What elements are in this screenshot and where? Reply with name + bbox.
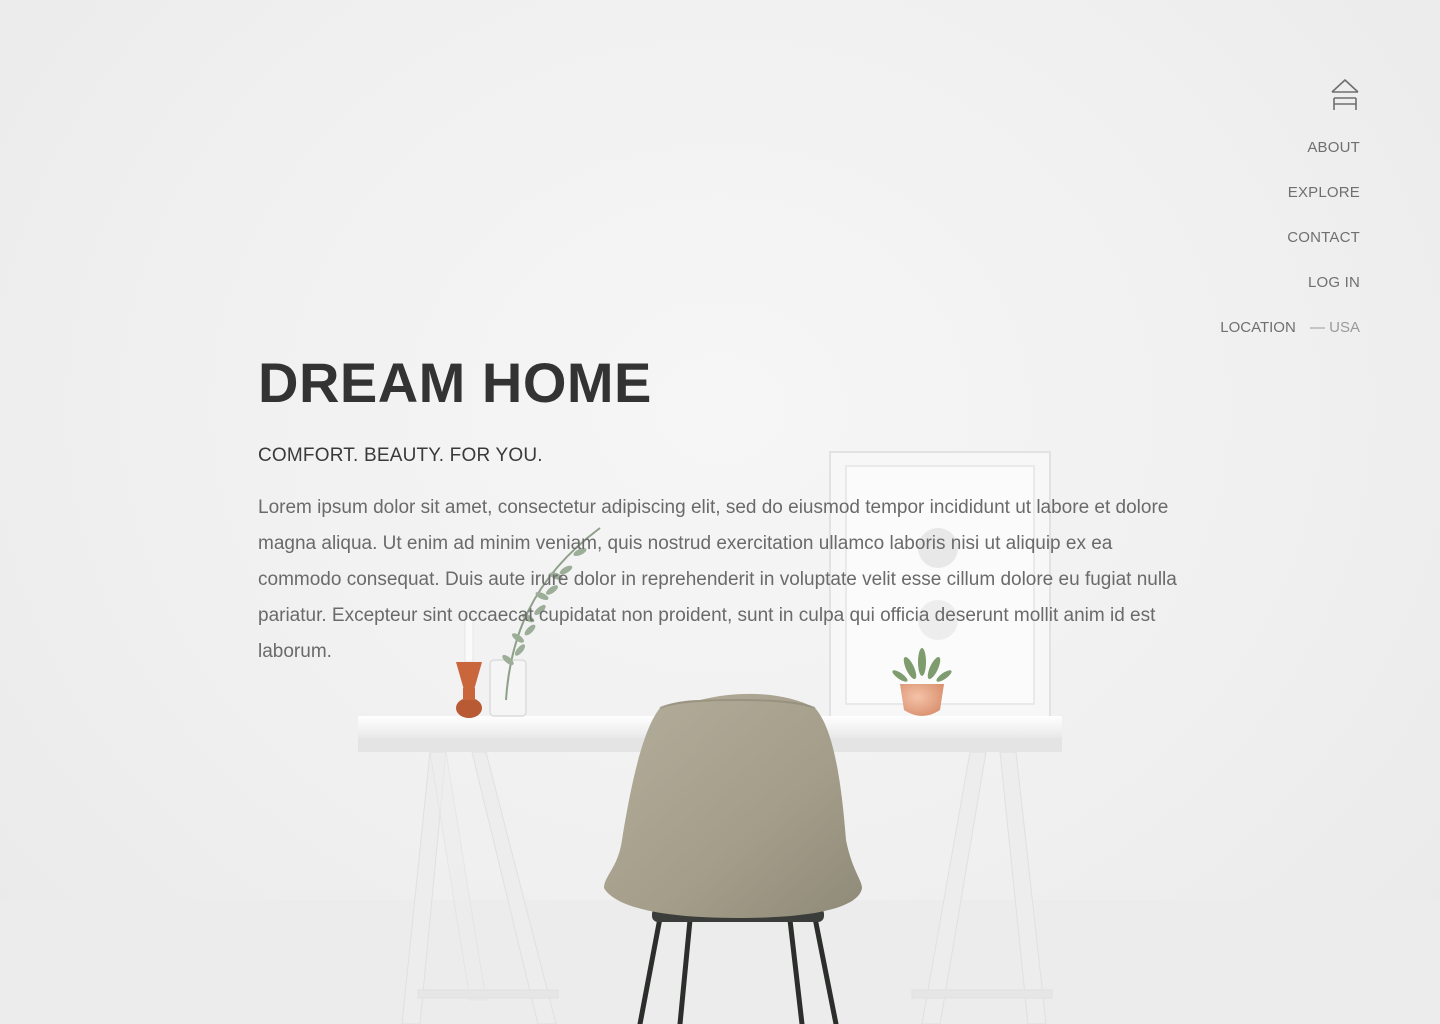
nav-contact[interactable]: CONTACT: [1220, 229, 1360, 247]
hero-section: DREAM HOME COMFORT. BEAUTY. FOR YOU. Lor…: [258, 352, 1178, 670]
hero-subtitle: COMFORT. BEAUTY. FOR YOU.: [258, 445, 543, 466]
location-label: LOCATION: [1220, 319, 1296, 336]
nav-about[interactable]: ABOUT: [1220, 139, 1360, 157]
location-value[interactable]: — USA: [1310, 319, 1360, 336]
hero-description: Lorem ipsum dolor sit amet, consectetur …: [258, 497, 1177, 662]
location-selector[interactable]: LOCATION — USA: [1220, 319, 1360, 337]
nav-explore[interactable]: EXPLORE: [1220, 184, 1360, 202]
landing-page: ABOUT EXPLORE CONTACT LOG IN LOCATION — …: [0, 0, 1440, 1024]
house-outline-icon[interactable]: [1330, 78, 1360, 112]
main-nav: ABOUT EXPLORE CONTACT LOG IN LOCATION — …: [1220, 78, 1360, 337]
page-title: DREAM HOME: [258, 351, 652, 414]
nav-log-in[interactable]: LOG IN: [1220, 274, 1360, 292]
